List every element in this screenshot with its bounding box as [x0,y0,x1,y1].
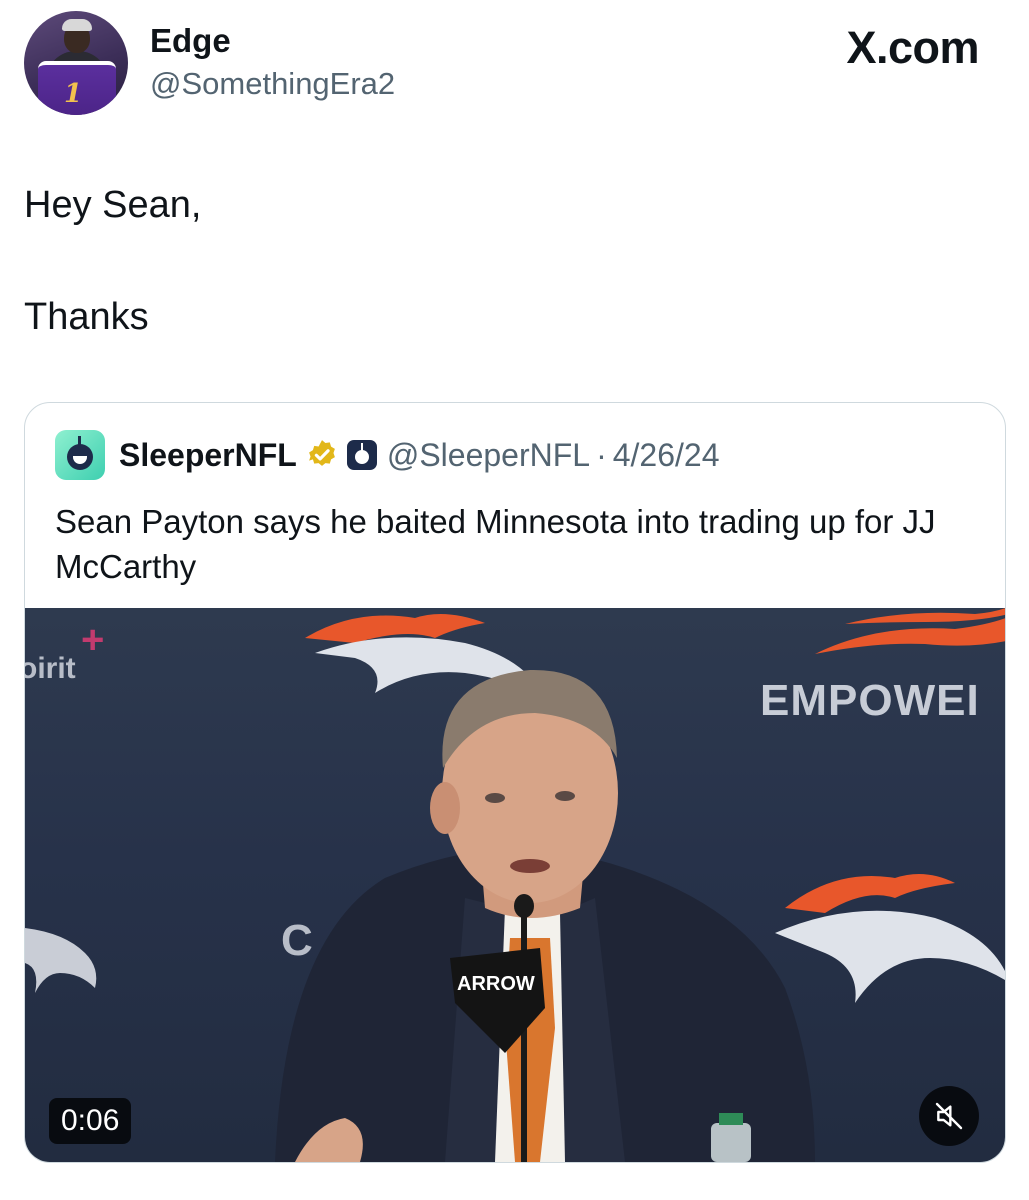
quoted-tweet-date[interactable]: 4/26/24 [613,437,720,474]
x-com-brand: X.com [846,22,979,74]
affiliate-badge-icon [346,440,377,470]
quoted-tweet-text: Sean Payton says he baited Minnesota int… [55,503,936,585]
unmute-button[interactable] [919,1086,979,1146]
tweet-text-line-1: Hey Sean, [24,184,202,226]
quoted-tweet-header: SleeperNFL @SleeperNFL · 4/26/24 [55,430,720,480]
quoted-author-handle[interactable]: @SleeperNFL [387,437,590,474]
video-player[interactable]: oirit + EMPOWEI C [25,608,1005,1162]
verified-badge-icon [308,440,335,466]
header-separator: · [596,436,607,473]
x-com-text: X.com [846,22,979,73]
speaker-figure: ARROW [275,669,815,1162]
author-handle[interactable]: @SomethingEra2 [150,66,395,102]
tweet-text-line-2: Thanks [24,296,149,338]
video-duration-badge: 0:06 [49,1098,132,1144]
quoted-author-name[interactable]: SleeperNFL [119,437,297,474]
avatar-cap [62,19,92,31]
avatar-jersey: 1 [38,61,116,115]
quoted-tweet-card[interactable]: SleeperNFL @SleeperNFL · 4/26/24 Sean Pa… [24,402,1006,1163]
speaker-muted-icon [935,1102,963,1130]
author-display-name[interactable]: Edge [150,22,231,60]
author-avatar[interactable]: 1 [24,11,128,115]
sleeper-logo-icon[interactable] [55,430,105,480]
avatar-jersey-number: 1 [64,79,83,109]
mic-flag-label: ARROW [457,973,535,995]
